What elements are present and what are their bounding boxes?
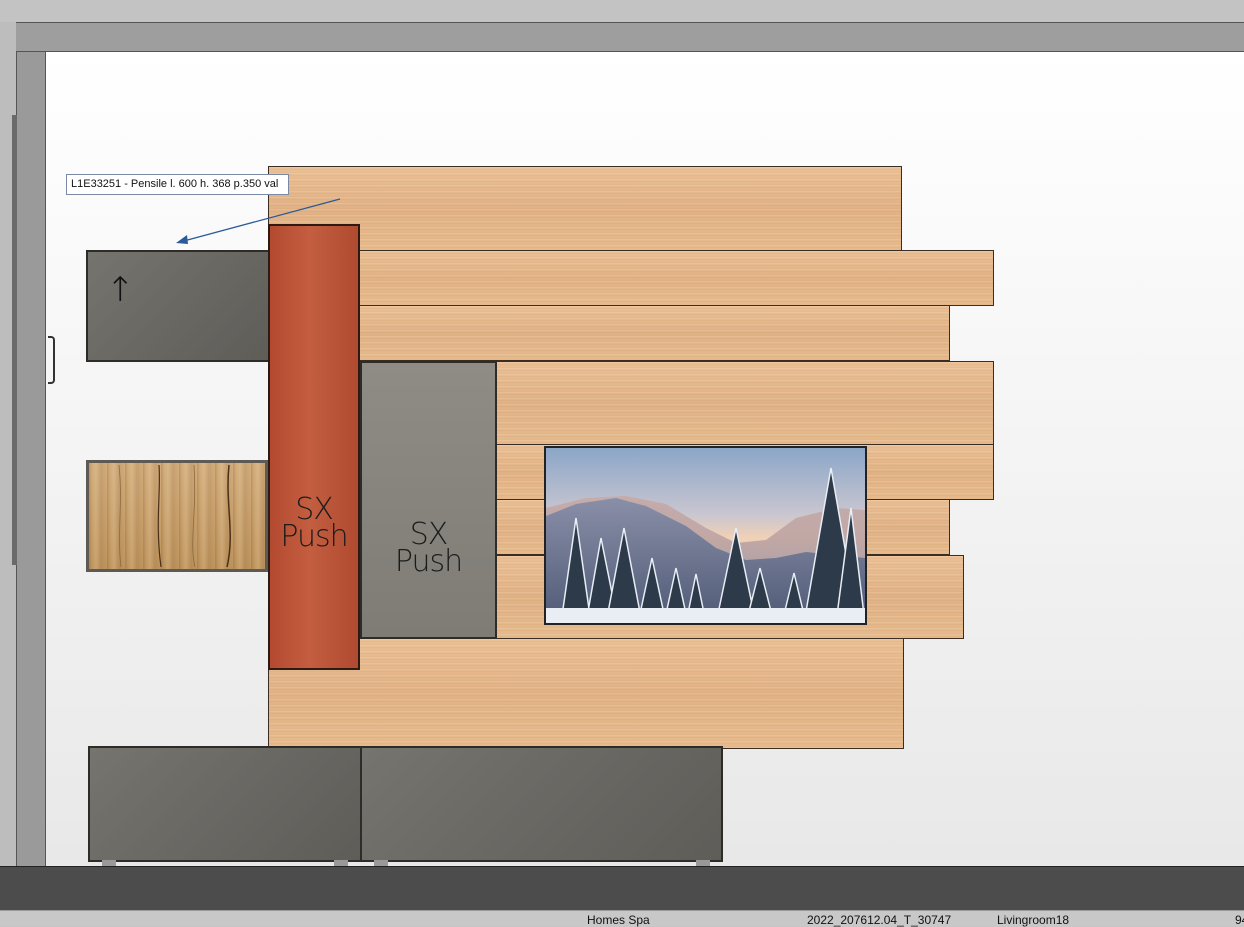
wood-panel-3[interactable] (358, 305, 950, 361)
status-page: 94 (1235, 913, 1244, 927)
grey-label-line2: Push (394, 544, 463, 579)
base-cabinet-right[interactable] (360, 746, 723, 862)
tv-screen[interactable] (544, 446, 867, 625)
red-label-line2: Push (280, 519, 348, 554)
top-strip (0, 0, 1244, 22)
element-tooltip: L1E33251 - Pensile l. 600 h. 368 p.350 v… (66, 174, 289, 195)
wood-panel-top[interactable] (268, 166, 902, 252)
tooltip-pointer-arrow-icon (176, 198, 341, 244)
status-room: Livingroom18 (997, 913, 1070, 927)
mountain-landscape-image (546, 467, 865, 623)
open-oak-shelf[interactable] (86, 460, 268, 572)
wood-grain-icon (118, 464, 231, 568)
floor-band (0, 866, 1244, 910)
status-code: 2022_207612.04_T_30747 (807, 913, 952, 927)
lift-up-arrow-icon: ↑ (106, 270, 135, 310)
status-bar: Homes Spa 2022_207612.04_T_30747 Livingr… (0, 910, 1244, 927)
wood-panel-bottom[interactable] (268, 638, 904, 749)
wood-panel-2[interactable] (358, 250, 994, 306)
door-edge (12, 115, 17, 565)
status-company: Homes Spa (587, 913, 650, 927)
ceiling-beam (16, 22, 1244, 52)
grey-push-label: SX Push (362, 520, 495, 579)
left-wall-section (16, 52, 46, 868)
base-cabinet-left[interactable] (88, 746, 362, 862)
red-push-label: SX Push (270, 495, 358, 554)
wall-cabinet-pensile[interactable]: ↑ (86, 250, 270, 362)
red-push-door[interactable]: SX Push (268, 224, 360, 670)
door-handle (48, 336, 55, 384)
wood-panel-4[interactable] (496, 361, 994, 445)
grey-push-door[interactable]: SX Push (360, 361, 497, 639)
